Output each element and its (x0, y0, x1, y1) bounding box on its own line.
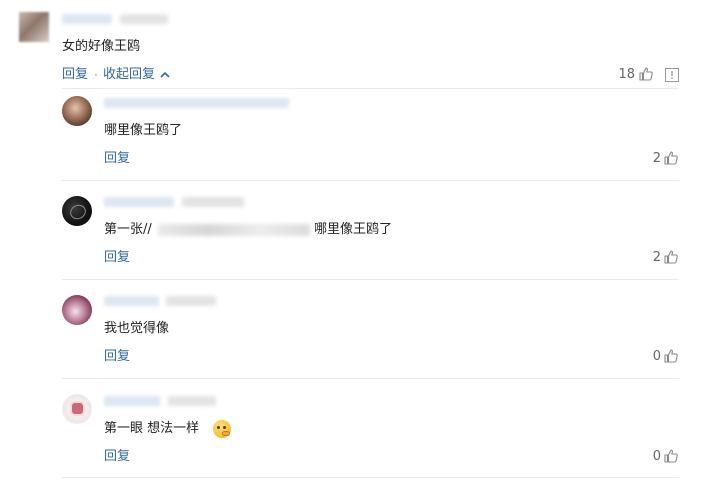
reply-button[interactable]: 回复 (104, 151, 130, 167)
avatar[interactable] (62, 96, 92, 126)
username-blurred[interactable] (104, 396, 160, 406)
reply-text: 我也觉得像 (104, 321, 170, 336)
avatar[interactable] (62, 295, 92, 325)
thumbs-up-icon[interactable] (663, 348, 679, 364)
like-count: 0 (652, 449, 661, 464)
timestamp-blurred (182, 197, 244, 207)
username-blurred[interactable] (104, 197, 174, 207)
like-count: 0 (652, 349, 661, 364)
avatar[interactable] (19, 12, 49, 42)
username-blurred[interactable] (104, 296, 159, 306)
divider (62, 378, 679, 379)
divider (62, 279, 679, 280)
username-blurred[interactable] (104, 98, 289, 108)
divider (62, 88, 679, 89)
chevron-up-icon (160, 71, 170, 78)
comment-text: 女的好像王鸥 (62, 39, 141, 54)
reply-button[interactable]: 回复 (104, 250, 130, 266)
timestamp-blurred (168, 396, 216, 406)
collapse-replies-label: 收起回复 (103, 67, 156, 82)
thinking-face-emoji-icon (213, 420, 231, 438)
report-icon[interactable] (665, 68, 679, 82)
reply-text-suffix: 哪里像王鸥了 (314, 222, 393, 237)
reply-button[interactable]: 回复 (104, 349, 130, 365)
reply-text-prefix: 第一张// (104, 222, 152, 237)
like-count: 2 (652, 151, 661, 166)
mention-blurred[interactable] (158, 224, 310, 236)
avatar[interactable] (62, 394, 92, 424)
username-blurred[interactable] (62, 14, 112, 24)
reply-text: 第一眼 想法一样 (104, 421, 200, 436)
thumbs-up-icon[interactable] (638, 66, 654, 82)
reply-text: 哪里像王鸥了 (104, 123, 183, 138)
avatar[interactable] (62, 196, 92, 226)
timestamp-blurred (120, 14, 168, 24)
separator: · (94, 68, 98, 82)
like-count: 18 (618, 67, 635, 82)
like-count: 2 (652, 250, 661, 265)
reply-button[interactable]: 回复 (104, 449, 130, 465)
timestamp-blurred (166, 296, 216, 306)
reply-button[interactable]: 回复 (62, 67, 88, 83)
divider (62, 180, 679, 181)
collapse-replies-button[interactable]: 收起回复 (103, 67, 170, 83)
thumbs-up-icon[interactable] (663, 249, 679, 265)
thumbs-up-icon[interactable] (663, 150, 679, 166)
thumbs-up-icon[interactable] (663, 448, 679, 464)
divider (62, 477, 679, 478)
